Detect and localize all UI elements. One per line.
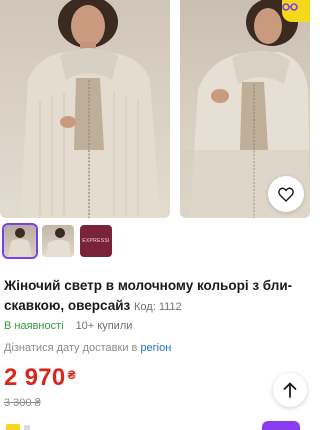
thumbnail-1[interactable] xyxy=(2,223,38,259)
old-price: 3 300 ₴ xyxy=(4,397,41,409)
product-code: Код: 1112 xyxy=(134,301,182,313)
delivery-text: Дізнатися дату доставки в xyxy=(4,342,138,354)
product-title: Жіночий светр в молочному кольорі з бли-… xyxy=(4,276,304,317)
thumbnail-3[interactable]: EXPRESSI xyxy=(80,225,112,257)
thumbnail-2-image xyxy=(45,228,71,257)
thumbnail-1-image xyxy=(8,228,32,257)
glasses-icon xyxy=(282,3,298,11)
thumbnail-2[interactable] xyxy=(42,225,74,257)
current-price: 2 970 ₴ xyxy=(4,364,76,392)
product-gallery[interactable] xyxy=(0,0,310,218)
arrow-up-icon xyxy=(283,382,297,398)
stock-status: В наявності xyxy=(4,320,64,332)
bottom-bar-icon[interactable] xyxy=(6,424,20,430)
product-photo-1[interactable] xyxy=(0,0,170,218)
availability-row: В наявності 10+ купили xyxy=(4,320,132,332)
favorite-button[interactable] xyxy=(268,176,304,212)
bought-count: 10+ купили xyxy=(75,320,133,332)
scroll-top-button[interactable] xyxy=(273,373,307,407)
corner-badge xyxy=(282,0,310,22)
price-currency: ₴ xyxy=(67,368,76,382)
heart-outline-icon xyxy=(278,187,294,202)
bottom-bar-indicator xyxy=(24,425,30,430)
delivery-region-link[interactable]: регіон xyxy=(140,342,171,354)
bottom-bar-action-button[interactable] xyxy=(262,421,300,430)
model-illustration xyxy=(20,0,160,218)
thumbnail-brand-logo: EXPRESSI xyxy=(82,238,110,244)
price-value: 2 970 xyxy=(4,364,66,391)
delivery-info: Дізнатися дату доставки в регіон xyxy=(4,342,171,354)
thumbnail-strip: EXPRESSI xyxy=(2,223,112,259)
